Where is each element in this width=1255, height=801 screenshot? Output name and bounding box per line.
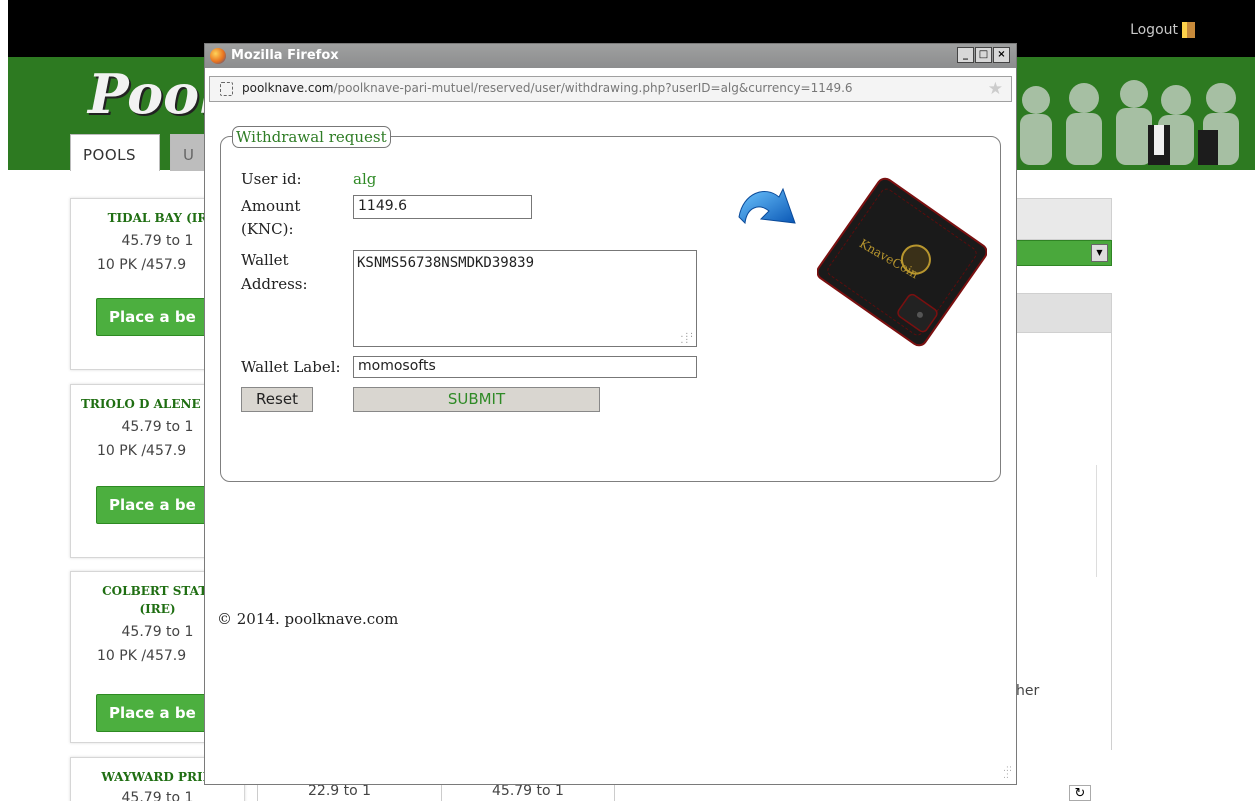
wallet-address-value: KSNMS56738NSMDKD39839 — [357, 255, 535, 271]
bookmark-star-icon[interactable]: ★ — [988, 79, 1003, 99]
site-logo: Pool — [88, 62, 220, 126]
odds-cell-empty — [614, 783, 740, 801]
door-icon — [1182, 22, 1195, 38]
wallet-label-input[interactable]: momosofts — [353, 356, 697, 378]
reset-button[interactable]: Reset — [241, 387, 313, 412]
url-bar[interactable]: poolknave.com/poolknave-pari-mutuel/rese… — [209, 76, 1012, 102]
amount-label-unit: (KNC): — [241, 220, 294, 238]
refresh-icon[interactable]: ↻ — [1069, 785, 1091, 801]
people-banner-image — [1020, 80, 1239, 165]
dropdown-arrow-icon[interactable]: ▼ — [1091, 244, 1108, 262]
window-titlebar[interactable]: Mozilla Firefox _ □ × — [205, 44, 1016, 68]
divider — [1096, 465, 1097, 577]
screen: Logout Pool POOLS U TIDAL BAY (IR 45.79 … — [0, 0, 1255, 801]
wallet-address-label-2: Address: — [241, 275, 308, 293]
tab-pools[interactable]: POOLS — [70, 134, 160, 171]
user-id-value: alg — [353, 170, 377, 188]
user-id-label: User id: — [241, 170, 302, 188]
firefox-icon — [210, 48, 226, 64]
window-controls: _ □ × — [956, 47, 1010, 63]
logout-label: Logout — [1130, 22, 1178, 38]
firefox-popup-window: Mozilla Firefox _ □ × poolknave.com/pool… — [204, 43, 1017, 785]
page-icon — [220, 82, 233, 96]
amount-label: Amount — [241, 197, 301, 215]
card-odds: 45.79 to 1 — [121, 790, 194, 801]
odds-cell: 45.79 to 1 — [441, 783, 613, 801]
tab-user-label: U — [183, 146, 195, 164]
url-text: poolknave.com/poolknave-pari-mutuel/rese… — [242, 81, 853, 95]
wallet-address-textarea[interactable]: KSNMS56738NSMDKD39839 .::.: — [353, 250, 697, 347]
window-resize-grip-icon[interactable]: .::.: — [1003, 765, 1012, 781]
url-path: /poolknave-pari-mutuel/reserved/user/wit… — [333, 81, 853, 95]
odds-cell: 22.9 to 1 — [257, 783, 429, 801]
maximize-icon[interactable]: □ — [975, 47, 992, 63]
wallet-address-label: Wallet — [241, 251, 289, 269]
curved-arrow-icon — [738, 187, 796, 225]
tab-pools-label: POOLS — [83, 146, 137, 164]
window-title: Mozilla Firefox — [231, 48, 339, 63]
logout-link[interactable]: Logout — [1130, 22, 1195, 38]
right-text-snippet: her — [1016, 683, 1040, 699]
wallet-label-label: Wallet Label: — [241, 358, 341, 376]
copyright-text: © 2014. poolknave.com — [217, 610, 399, 628]
resize-grip-icon[interactable]: .::.: — [680, 331, 694, 345]
minimize-icon[interactable]: _ — [957, 47, 974, 63]
url-domain: poolknave.com — [242, 81, 334, 95]
close-icon[interactable]: × — [993, 47, 1010, 63]
fieldset-legend: Withdrawal request — [232, 126, 391, 148]
submit-button[interactable]: SUBMIT — [353, 387, 600, 412]
wallet-image: KnaveCoin — [817, 177, 987, 347]
amount-input[interactable]: 1149.6 — [353, 195, 532, 219]
